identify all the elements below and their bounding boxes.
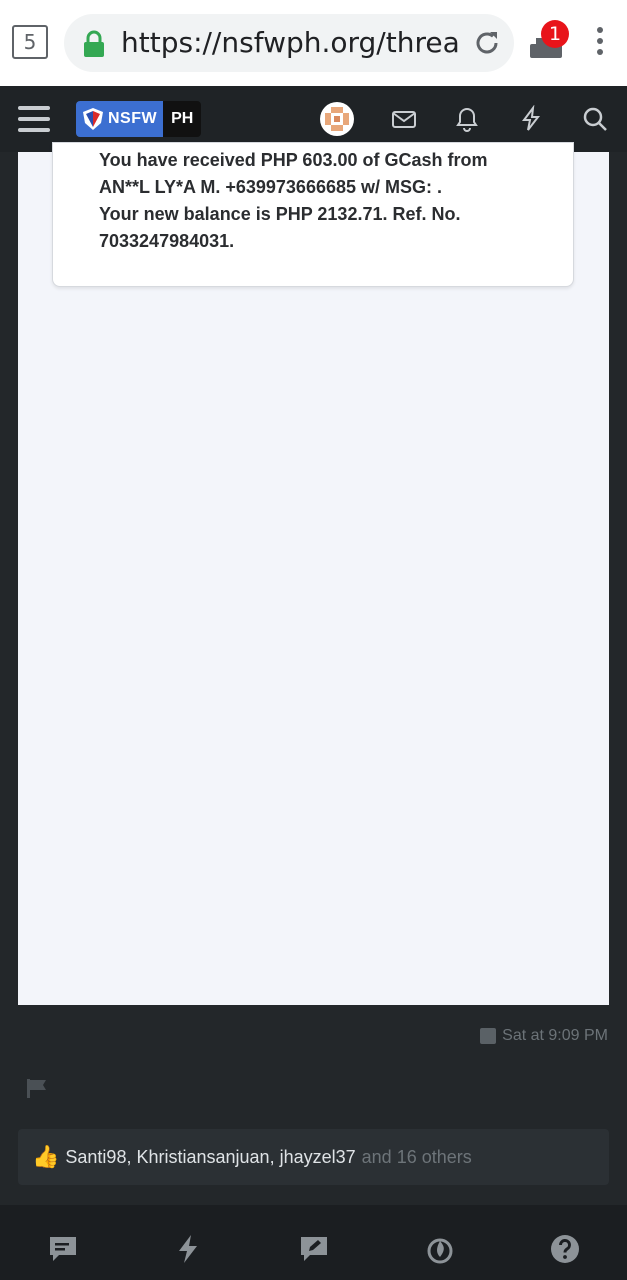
address-bar[interactable]: https://nsfwph.org/threads/ xyxy=(64,14,514,72)
reaction-user[interactable]: jhayzel37 xyxy=(280,1147,356,1168)
message-text: You have received PHP 603.00 of GCash fr… xyxy=(99,147,559,255)
message-line: You have received PHP 603.00 of GCash fr… xyxy=(99,150,488,170)
help-icon[interactable] xyxy=(549,1233,581,1265)
timestamp-text: Sat at 9:09 PM xyxy=(502,1027,608,1044)
message-line: 7033247984031. xyxy=(99,231,235,251)
chat-icon[interactable] xyxy=(47,1233,79,1265)
thumbs-up-icon: 👍 xyxy=(32,1144,60,1170)
lightning-icon[interactable] xyxy=(172,1233,204,1265)
avatar[interactable] xyxy=(320,102,354,136)
message-line: Your new balance is PHP 2132.71. Ref. No… xyxy=(99,204,461,224)
message-line: AN**L LY*A M. +639973666685 w/ MSG: . xyxy=(99,177,443,197)
browser-toolbar: 5 https://nsfwph.org/threads/ 1 xyxy=(0,0,627,86)
bell-icon[interactable] xyxy=(453,105,481,133)
shield-icon xyxy=(83,108,103,130)
lightning-icon[interactable] xyxy=(517,105,545,133)
mail-icon[interactable] xyxy=(390,105,418,133)
more-options-icon[interactable] xyxy=(590,27,610,59)
site-logo[interactable]: NSFW PH xyxy=(76,101,202,137)
reaction-user[interactable]: Khristiansanjuan xyxy=(136,1147,269,1168)
bottom-nav xyxy=(0,1205,627,1280)
post-timestamp[interactable]: Sat at 9:09 PM xyxy=(480,1027,608,1045)
reload-icon[interactable] xyxy=(472,28,502,58)
reaction-others-link[interactable]: and 16 others xyxy=(362,1147,472,1168)
quoted-message-card: You have received PHP 603.00 of GCash fr… xyxy=(52,142,574,287)
tab-switcher-button[interactable]: 5 xyxy=(12,25,48,59)
logo-text-left: NSFW xyxy=(108,110,158,127)
reaction-user[interactable]: Santi98 xyxy=(65,1147,126,1168)
edit-icon xyxy=(480,1028,497,1044)
report-flag-icon[interactable] xyxy=(26,1078,48,1098)
download-badge: 1 xyxy=(541,20,569,48)
post-content: You have received PHP 603.00 of GCash fr… xyxy=(18,142,609,1005)
lock-icon xyxy=(84,30,104,57)
search-icon[interactable] xyxy=(581,105,609,133)
reactions-bar[interactable]: 👍 Santi98, Khristiansanjuan, jhayzel37 a… xyxy=(18,1129,609,1185)
write-icon[interactable] xyxy=(298,1233,330,1265)
url-text[interactable]: https://nsfwph.org/threads/ xyxy=(121,25,461,61)
menu-icon[interactable] xyxy=(18,106,50,132)
fire-icon[interactable] xyxy=(424,1233,456,1265)
logo-text-right: PH xyxy=(163,101,202,137)
